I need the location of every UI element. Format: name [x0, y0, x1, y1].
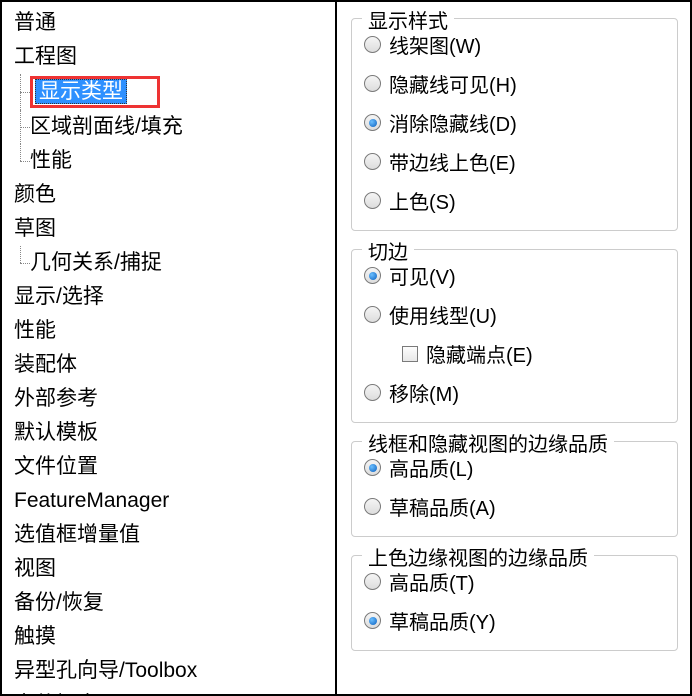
radio-label: 可见(V): [389, 261, 456, 290]
tree-item-file-explorer[interactable]: 文件探索器: [2, 688, 335, 694]
tree-item-sketch[interactable]: 草图: [2, 212, 335, 246]
radio-label: 带边线上色(E): [389, 147, 516, 176]
check-hide-endpoints[interactable]: 隐藏端点(E): [364, 334, 665, 373]
radio-icon: [364, 384, 381, 401]
tree-item-relations[interactable]: 几何关系/捕捉: [2, 246, 335, 280]
settings-panel: 显示样式 线架图(W) 隐藏线可见(H) 消除隐藏线(D) 带边线上色(E) 上…: [337, 2, 690, 694]
radio-remove-hidden[interactable]: 消除隐藏线(D): [364, 103, 665, 142]
radio-icon: [364, 498, 381, 515]
tree-item-display-type[interactable]: 显示类型: [2, 74, 335, 110]
radio-icon: [364, 267, 381, 284]
radio-label: 上色(S): [389, 186, 456, 215]
radio-label: 线架图(W): [389, 30, 481, 59]
radio-label: 草稿品质(A): [389, 492, 496, 521]
radio-icon: [364, 192, 381, 209]
options-tree: 普通 工程图 显示类型 区域剖面线/填充 性能 颜色 草图 几何关系/捕捉 显示…: [2, 2, 337, 694]
group-shaded-quality: 上色边缘视图的边缘品质 高品质(T) 草稿品质(Y): [351, 555, 678, 651]
tree-item-featuremanager[interactable]: FeatureManager: [2, 484, 335, 518]
radio-label: 高品质(L): [389, 453, 473, 482]
tree-item-touch[interactable]: 触摸: [2, 620, 335, 654]
tree-item-default-templates[interactable]: 默认模板: [2, 416, 335, 450]
checkbox-label: 隐藏端点(E): [426, 339, 533, 368]
tree-item-performance2[interactable]: 性能: [2, 314, 335, 348]
radio-use-line-style[interactable]: 使用线型(U): [364, 295, 665, 334]
tree-item-spinbox[interactable]: 选值框增量值: [2, 518, 335, 552]
tree-item-holewizard[interactable]: 异型孔向导/Toolbox: [2, 654, 335, 688]
tree-item-colors[interactable]: 颜色: [2, 178, 335, 212]
tree-item-drawings[interactable]: 工程图: [2, 40, 335, 74]
radio-icon: [364, 153, 381, 170]
selected-label: 显示类型: [35, 79, 127, 104]
group-wireframe-quality: 线框和隐藏视图的边缘品质 高品质(L) 草稿品质(A): [351, 441, 678, 537]
tree-item-external-refs[interactable]: 外部参考: [2, 382, 335, 416]
radio-label: 消除隐藏线(D): [389, 108, 517, 137]
tree-item-file-locations[interactable]: 文件位置: [2, 450, 335, 484]
tree-item-general[interactable]: 普通: [2, 6, 335, 40]
tree-item-display-select[interactable]: 显示/选择: [2, 280, 335, 314]
radio-label: 高品质(T): [389, 567, 475, 596]
radio-shaded[interactable]: 上色(S): [364, 181, 665, 220]
radio-draft-quality-y[interactable]: 草稿品质(Y): [364, 601, 665, 640]
radio-icon: [364, 573, 381, 590]
group-title: 上色边缘视图的边缘品质: [362, 542, 594, 571]
radio-icon: [364, 36, 381, 53]
tree-item-assemblies[interactable]: 装配体: [2, 348, 335, 382]
group-display-style: 显示样式 线架图(W) 隐藏线可见(H) 消除隐藏线(D) 带边线上色(E) 上…: [351, 18, 678, 231]
highlight-box: 显示类型: [30, 76, 160, 108]
tree-item-area-hatch[interactable]: 区域剖面线/填充: [2, 110, 335, 144]
tree-item-performance[interactable]: 性能: [2, 144, 335, 178]
radio-icon: [364, 306, 381, 323]
radio-draft-quality[interactable]: 草稿品质(A): [364, 487, 665, 526]
group-tangent-edges: 切边 可见(V) 使用线型(U) 隐藏端点(E) 移除(M): [351, 249, 678, 423]
radio-hidden-visible[interactable]: 隐藏线可见(H): [364, 64, 665, 103]
radio-label: 使用线型(U): [389, 300, 497, 329]
radio-label: 移除(M): [389, 378, 459, 407]
checkbox-icon: [402, 346, 418, 362]
radio-label: 草稿品质(Y): [389, 606, 496, 635]
tree-item-backup[interactable]: 备份/恢复: [2, 586, 335, 620]
radio-icon: [364, 459, 381, 476]
radio-icon: [364, 612, 381, 629]
radio-icon: [364, 114, 381, 131]
radio-label: 隐藏线可见(H): [389, 69, 517, 98]
group-title: 显示样式: [362, 5, 454, 34]
radio-icon: [364, 75, 381, 92]
tree-item-view[interactable]: 视图: [2, 552, 335, 586]
radio-shaded-edges[interactable]: 带边线上色(E): [364, 142, 665, 181]
group-title: 切边: [362, 236, 414, 265]
radio-remove[interactable]: 移除(M): [364, 373, 665, 412]
group-title: 线框和隐藏视图的边缘品质: [362, 428, 614, 457]
